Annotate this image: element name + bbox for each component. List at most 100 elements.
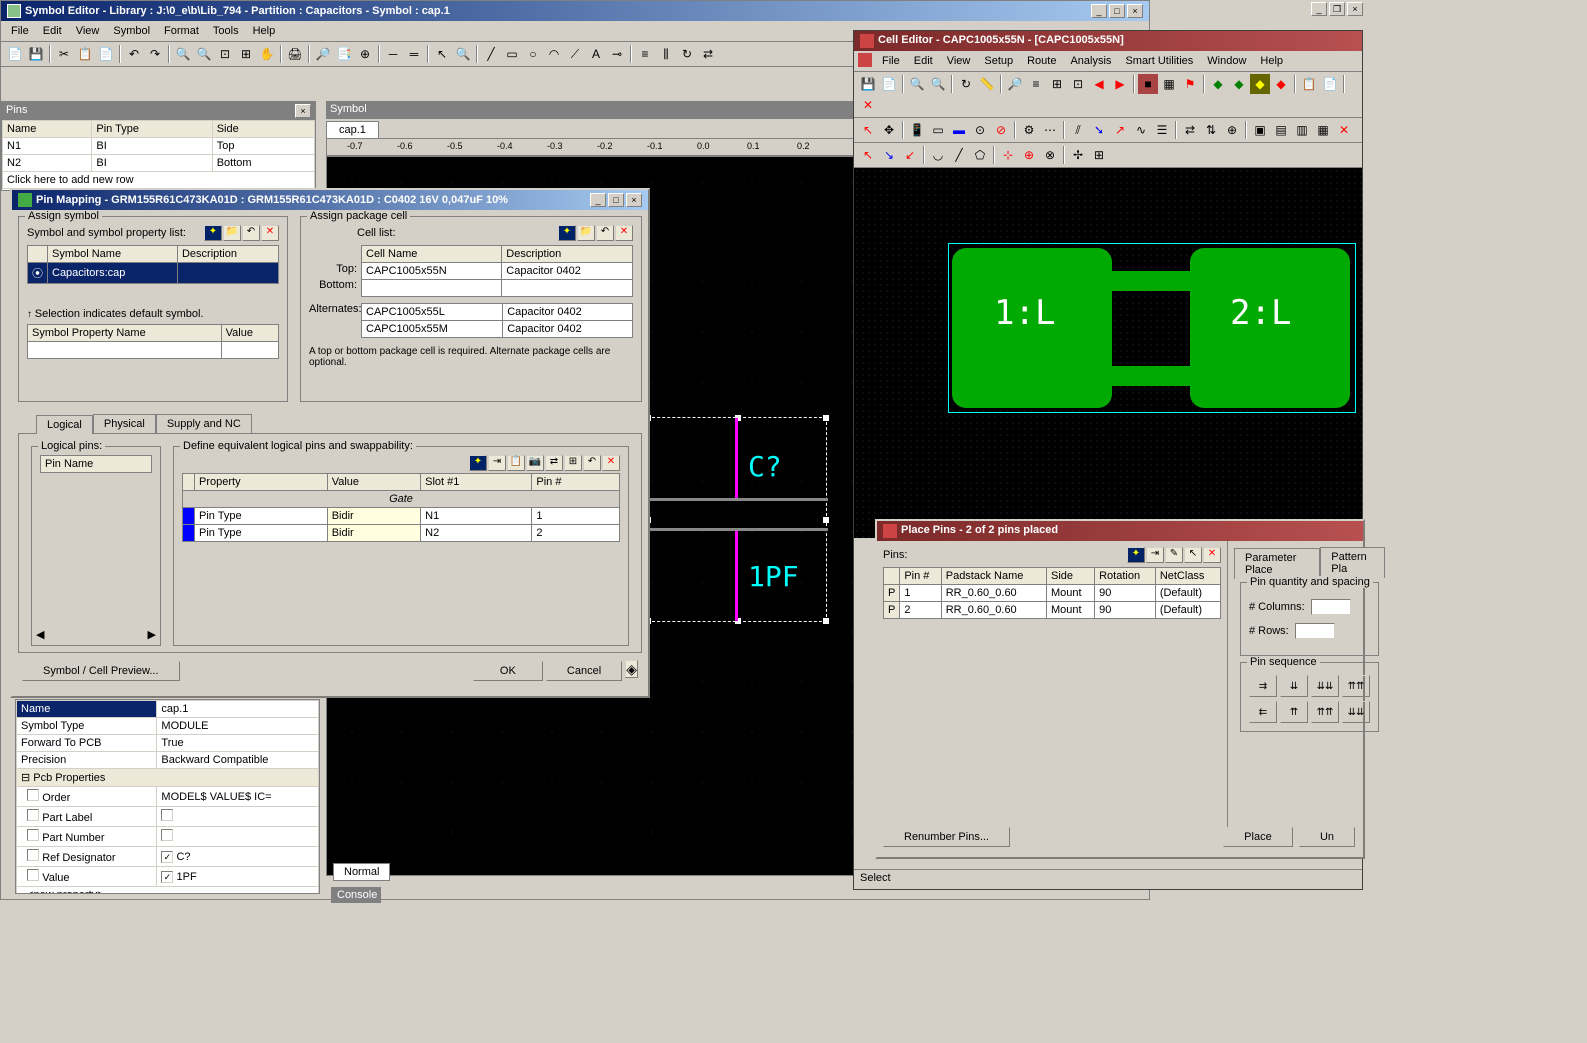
ce-menu-help[interactable]: Help — [1254, 53, 1289, 69]
ce-next-icon[interactable]: ▶ — [1110, 74, 1130, 94]
pins-row[interactable]: N1 BI Top — [3, 138, 315, 155]
ce-menu-edit[interactable]: Edit — [908, 53, 939, 69]
ce-new-icon[interactable]: 📄 — [879, 74, 899, 94]
ce-settings-icon[interactable]: ⚙ — [1019, 120, 1039, 140]
ce-menu-smart[interactable]: Smart Utilities — [1119, 53, 1199, 69]
ce-diamond2-icon[interactable]: ◆ — [1229, 74, 1249, 94]
refdes-text[interactable]: C? — [748, 450, 782, 483]
zoom-in-icon[interactable]: 🔍 — [173, 44, 193, 64]
seq-btn-6[interactable]: ⇈ — [1280, 701, 1308, 723]
tab-physical[interactable]: Physical — [93, 414, 156, 433]
seq-btn-5[interactable]: ⇇ — [1249, 701, 1277, 723]
ce-phone-icon[interactable]: 📱 — [907, 120, 927, 140]
undo-icon[interactable]: ↶ — [124, 44, 144, 64]
wire-icon[interactable]: ─ — [383, 44, 403, 64]
tab-parameter-place[interactable]: Parameter Place — [1234, 548, 1320, 579]
place-button[interactable]: Place — [1223, 827, 1293, 847]
pp-select-icon[interactable]: ↖ — [1184, 547, 1202, 563]
equiv-new-icon[interactable]: ✦ — [469, 455, 487, 471]
symbol-cell-preview-button[interactable]: Symbol / Cell Preview... — [22, 661, 180, 681]
align-icon[interactable]: ≡ — [635, 44, 655, 64]
minimize-button[interactable]: _ — [1091, 4, 1107, 18]
pins-col-name[interactable]: Name — [3, 121, 92, 138]
ce-tool-icon[interactable]: ⊕ — [1222, 120, 1242, 140]
checkbox-icon[interactable] — [27, 869, 39, 881]
scroll-right-icon[interactable]: ▶ — [148, 628, 156, 641]
mode-tab-normal[interactable]: Normal — [333, 863, 390, 881]
tab-logical[interactable]: Logical — [36, 415, 93, 434]
ce-more-icon[interactable]: ⋯ — [1040, 120, 1060, 140]
redo-icon[interactable]: ↷ — [145, 44, 165, 64]
distribute-icon[interactable]: ⫼ — [656, 44, 676, 64]
menu-symbol[interactable]: Symbol — [107, 23, 156, 39]
symbol-list-table[interactable]: Symbol NameDescription ⦿Capacitors:cap — [27, 245, 279, 284]
zoom-out-icon[interactable]: 🔍 — [194, 44, 214, 64]
ce-grid2-icon[interactable]: ⊞ — [1089, 145, 1109, 165]
ce-rect-icon[interactable]: ▭ — [928, 120, 948, 140]
browse-cell-icon[interactable]: 📁 — [577, 225, 595, 241]
menu-edit[interactable]: Edit — [37, 23, 68, 39]
ce-diamond1-icon[interactable]: ◆ — [1208, 74, 1228, 94]
ce-route2-icon[interactable]: ➘ — [1089, 120, 1109, 140]
equiv-cam-icon[interactable]: 📷 — [526, 455, 544, 471]
cancel-button[interactable]: Cancel — [546, 661, 622, 681]
ce-route1-icon[interactable]: ⫽ — [1068, 120, 1088, 140]
ce-delete-icon[interactable]: ✕ — [858, 95, 878, 115]
ce-point-icon[interactable]: ↘ — [879, 145, 899, 165]
un-button[interactable]: Un — [1299, 827, 1355, 847]
ce-list-icon[interactable]: ☰ — [1152, 120, 1172, 140]
pin-row[interactable]: P2RR_0.60_0.60Mount90(Default) — [884, 602, 1221, 619]
checkbox-icon[interactable] — [27, 849, 39, 861]
checkbox-icon[interactable] — [27, 789, 39, 801]
pp-import-icon[interactable]: ⇥ — [1146, 547, 1164, 563]
renumber-pins-button[interactable]: Renumber Pins... — [883, 827, 1010, 847]
pins-col-type[interactable]: Pin Type — [92, 121, 212, 138]
polyline-icon[interactable]: ⟋ — [565, 44, 585, 64]
place-pins-table[interactable]: Pin # Padstack Name Side Rotation NetCla… — [883, 567, 1221, 619]
ce-diamond3-icon[interactable]: ◆ — [1250, 74, 1270, 94]
new-cell-icon[interactable]: ✦ — [558, 225, 576, 241]
ce-menu-analysis[interactable]: Analysis — [1064, 53, 1117, 69]
seq-btn-8[interactable]: ⇊⇊ — [1342, 701, 1370, 723]
pm-minimize-button[interactable]: _ — [590, 193, 606, 207]
ce-line-icon[interactable]: ╱ — [949, 145, 969, 165]
ce-origin-icon[interactable]: ✢ — [1068, 145, 1088, 165]
symbol-prop-table[interactable]: Symbol Property NameValue — [27, 324, 279, 359]
value-text[interactable]: 1PF — [748, 560, 799, 593]
help-icon[interactable]: ◈ — [625, 660, 638, 678]
ce-menu-setup[interactable]: Setup — [978, 53, 1019, 69]
ce-pick-icon[interactable]: ↖ — [858, 145, 878, 165]
tab-supply-nc[interactable]: Supply and NC — [156, 414, 252, 433]
ce-point2-icon[interactable]: ↙ — [900, 145, 920, 165]
props-icon[interactable]: 📑 — [334, 44, 354, 64]
ce-del2-icon[interactable]: ✕ — [1334, 120, 1354, 140]
ce-snap2-icon[interactable]: ⊕ — [1019, 145, 1039, 165]
equiv-undo-icon[interactable]: ↶ — [583, 455, 601, 471]
equiv-delete-icon[interactable]: ✕ — [602, 455, 620, 471]
ce-pad-icon[interactable]: ⊙ — [970, 120, 990, 140]
ce-move-icon[interactable]: ✥ — [879, 120, 899, 140]
pp-edit-icon[interactable]: ✎ — [1165, 547, 1183, 563]
ce-route3-icon[interactable]: ↗ — [1110, 120, 1130, 140]
menu-format[interactable]: Format — [158, 23, 205, 39]
ok-button[interactable]: OK — [473, 661, 543, 681]
select-icon[interactable]: ↖ — [432, 44, 452, 64]
undo-cell-icon[interactable]: ↶ — [596, 225, 614, 241]
seq-btn-7[interactable]: ⇈⇈ — [1311, 701, 1339, 723]
ce-box-icon[interactable]: ▬ — [949, 120, 969, 140]
properties-table[interactable]: Namecap.1 Symbol TypeMODULE Forward To P… — [16, 700, 319, 894]
undo-sym-icon[interactable]: ↶ — [242, 225, 260, 241]
print-icon[interactable]: 🖨 — [285, 44, 305, 64]
pp-delete-icon[interactable]: ✕ — [1203, 547, 1221, 563]
ce-grid-icon[interactable]: ⊡ — [1068, 74, 1088, 94]
ce-drc-icon[interactable]: ◆ — [1271, 74, 1291, 94]
ce-menu-view[interactable]: View — [941, 53, 977, 69]
ce-refresh-icon[interactable]: ↻ — [956, 74, 976, 94]
ce-mirror-v-icon[interactable]: ⇅ — [1201, 120, 1221, 140]
pin-row[interactable]: P1RR_0.60_0.60Mount90(Default) — [884, 585, 1221, 602]
cell-alt-table[interactable]: CAPC1005x55LCapacitor 0402 CAPC1005x55MC… — [361, 303, 633, 338]
zoom-fit-icon[interactable]: ⊡ — [215, 44, 235, 64]
equiv-import-icon[interactable]: ⇥ — [488, 455, 506, 471]
menu-file[interactable]: File — [5, 23, 35, 39]
close-button[interactable]: × — [1127, 4, 1143, 18]
